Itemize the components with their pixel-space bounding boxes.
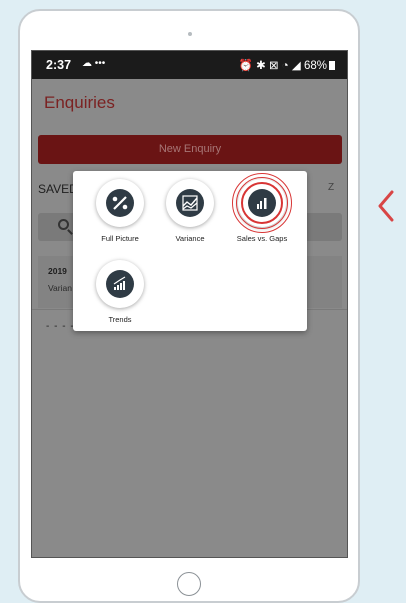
- tile-label: Full Picture: [101, 234, 139, 243]
- chevron-left-icon[interactable]: [372, 186, 400, 226]
- variance-icon: [166, 179, 214, 227]
- sales-gaps-icon: [232, 173, 292, 233]
- tile-label: Variance: [175, 234, 205, 243]
- status-system-icons: ⏰ ✱ ⊠ ◔ ◢ 68%: [239, 58, 335, 72]
- home-button[interactable]: [177, 572, 201, 596]
- saved-section-label: SAVED: [38, 182, 78, 196]
- placeholder-dashes: - - - -: [46, 321, 75, 332]
- status-notification-icons: ☁ •••: [82, 58, 106, 69]
- status-bar: 2:37 ☁ ••• ⏰ ✱ ⊠ ◔ ◢ 68%: [32, 51, 347, 79]
- search-icon: [58, 219, 69, 230]
- partial-right-text: Z: [328, 182, 335, 193]
- trends-icon: [96, 260, 144, 308]
- camera-dot: [188, 32, 192, 36]
- tile-label: Trends: [108, 315, 132, 324]
- page-title: Enquiries: [44, 93, 115, 112]
- new-enquiry-button[interactable]: New Enquiry: [38, 135, 342, 164]
- full-picture-icon: [96, 179, 144, 227]
- system-icons: ⏰ ✱ ⊠ ◔ ◢: [238, 60, 301, 72]
- status-time: 2:37: [46, 58, 72, 72]
- tile-variance[interactable]: Variance: [157, 179, 223, 243]
- enquiry-subtitle: Varian: [48, 283, 72, 293]
- tile-sales-vs-gaps[interactable]: Sales vs. Gaps: [229, 173, 295, 243]
- device-screen: 2:37 ☁ ••• ⏰ ✱ ⊠ ◔ ◢ 68% Enquiries New E…: [31, 50, 348, 558]
- chart-type-popup: Full Picture Variance Sales vs. Gaps Tre…: [73, 171, 307, 331]
- tile-full-picture[interactable]: Full Picture: [87, 179, 153, 243]
- tile-label: Sales vs. Gaps: [236, 234, 288, 243]
- tile-trends[interactable]: Trends: [87, 260, 153, 324]
- battery-percent: 68%: [303, 60, 327, 72]
- enquiry-year: 2019: [48, 266, 67, 276]
- battery-icon: [329, 61, 335, 70]
